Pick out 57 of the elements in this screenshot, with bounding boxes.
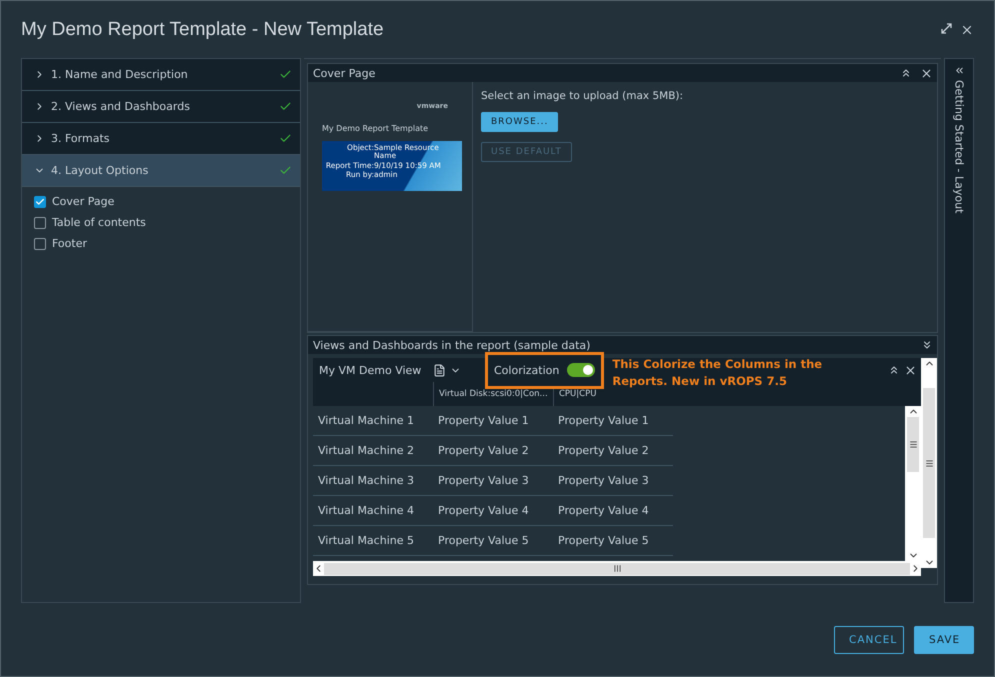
side-tab-label: Getting Started - Layout — [952, 80, 966, 214]
annotation-text: This Colorize the Columns in the Reports. New in vROPS 7.5 — [611, 356, 824, 390]
view-name: My VM Demo View — [319, 364, 422, 376]
checkbox[interactable] — [34, 216, 46, 228]
table-cell-text: Property Value 1 — [557, 414, 650, 427]
save-button[interactable]: SAVE — [914, 626, 974, 654]
step-item[interactable]: 1. Name and Description — [22, 59, 300, 91]
close-icon[interactable] — [904, 364, 917, 376]
checkbox[interactable] — [34, 238, 46, 250]
window-title: My Demo Report Template - New Template — [21, 18, 384, 40]
checkbox[interactable] — [34, 196, 46, 208]
side-tab[interactable]: Getting Started - Layout — [944, 58, 974, 603]
upload-hint: Select an image to upload (max 5MB): — [481, 90, 684, 102]
toggle-label: Colorization — [494, 364, 560, 377]
table-cell-text: Property Value 3 — [437, 474, 530, 487]
report-title: My Demo Report Template — [322, 124, 430, 133]
table-cell-text: Virtual Machine 5 — [317, 534, 415, 547]
scrollbar[interactable] — [921, 358, 937, 568]
table-cell-text: Virtual Machine 3 — [317, 474, 415, 487]
option-label: Footer — [52, 237, 87, 250]
expand-icon[interactable] — [921, 339, 933, 351]
collapse-icon[interactable] — [888, 364, 900, 376]
step-label: 2. Views and Dashboards — [51, 100, 191, 113]
close-icon[interactable] — [920, 66, 933, 80]
table-cell-text: Property Value 1 — [437, 414, 530, 427]
scrollbar[interactable] — [313, 561, 921, 576]
panel-title: Views and Dashboards in the report (sample data) — [313, 338, 592, 352]
browse-button[interactable]: BROWSE... — [481, 112, 558, 132]
grip-icon[interactable] — [612, 564, 622, 573]
table-cell-text: Property Value 2 — [437, 444, 530, 457]
table-cell-text: Virtual Machine 1 — [317, 414, 415, 427]
step-label: 4. Layout Options — [51, 164, 150, 177]
step-item[interactable]: 3. Formats — [22, 123, 300, 155]
document-icon[interactable] — [433, 364, 446, 376]
table-cell-text: Property Value 2 — [557, 444, 650, 457]
colorization-toggle[interactable] — [567, 363, 596, 378]
collapse-icon[interactable] — [900, 67, 912, 79]
expand-icon — [954, 65, 964, 76]
table-cell-text: Property Value 4 — [437, 504, 530, 517]
table-cell-text: Property Value 5 — [437, 534, 530, 547]
grip-icon[interactable] — [908, 440, 918, 449]
cancel-button[interactable]: CANCEL — [834, 626, 904, 654]
scrollbar[interactable] — [905, 406, 921, 561]
panel-title: Cover Page — [313, 66, 376, 80]
grip-icon[interactable] — [924, 458, 934, 468]
step-label: 3. Formats — [51, 132, 110, 145]
table-cell-text: Virtual Machine 2 — [317, 444, 415, 457]
step-item[interactable]: 2. Views and Dashboards — [22, 91, 300, 123]
table-cell-text: Property Value 3 — [557, 474, 650, 487]
step-label: 1. Name and Description — [51, 68, 189, 81]
step-item[interactable]: 4. Layout Options — [22, 155, 300, 187]
option-label: Table of contents — [52, 216, 146, 229]
table-cell-text: Property Value 5 — [557, 534, 650, 547]
table-cell-text: Virtual Machine 4 — [317, 504, 415, 517]
option-label: Cover Page — [52, 195, 114, 208]
table-cell-text: Property Value 4 — [557, 504, 650, 517]
expand-icon[interactable] — [941, 22, 952, 34]
